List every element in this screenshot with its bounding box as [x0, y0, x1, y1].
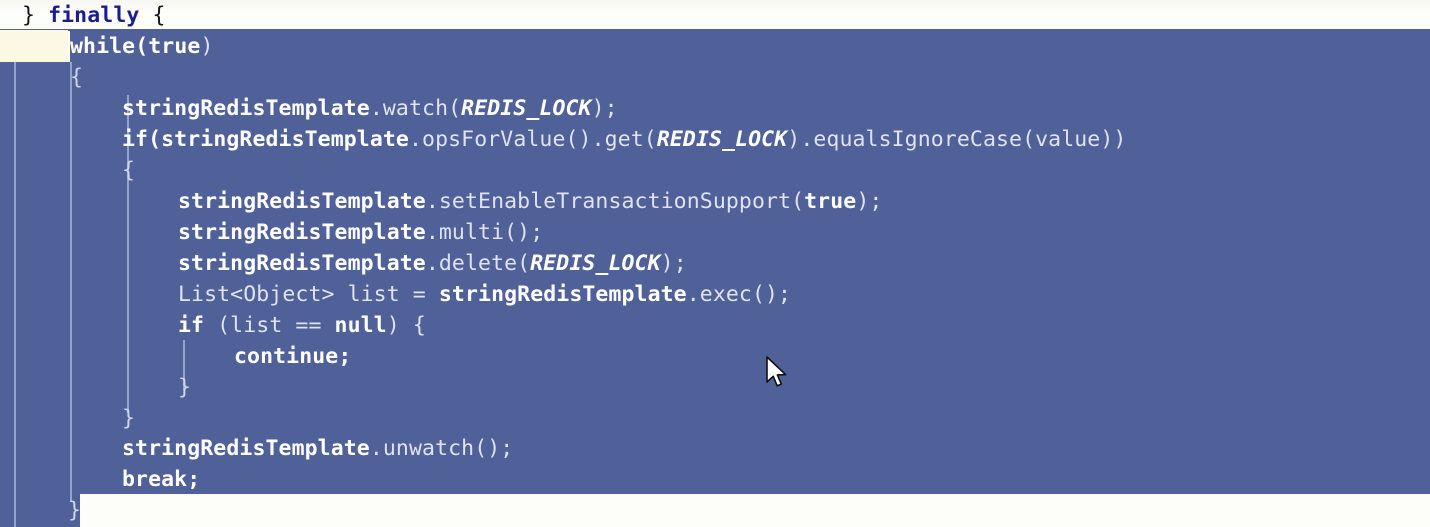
code-token: REDIS_LOCK — [530, 251, 661, 276]
code-token: ) { — [386, 313, 426, 338]
code-editor-viewport[interactable]: } finally {while(true){stringRedisTempla… — [0, 0, 1430, 527]
code-token: stringRedisTemplate — [178, 251, 426, 276]
code-token: stringRedisTemplate — [178, 189, 426, 214]
code-line[interactable]: continue; — [0, 341, 351, 372]
code-token: true — [148, 34, 201, 59]
code-token: REDIS_LOCK — [461, 96, 592, 121]
code-token: { — [122, 158, 136, 183]
code-line[interactable]: while(true) — [0, 31, 214, 62]
code-token: null — [334, 313, 387, 338]
code-token: finally — [48, 3, 140, 28]
code-token: ); — [660, 251, 687, 276]
code-token: (list == — [204, 313, 335, 338]
code-token: .setEnableTransactionSupport( — [425, 189, 805, 214]
code-token: ).equalsIgnoreCase(value)) — [787, 127, 1127, 152]
code-token: ); — [856, 189, 883, 214]
code-token: if — [178, 313, 205, 338]
code-line[interactable]: stringRedisTemplate.setEnableTransaction… — [0, 186, 882, 217]
code-token: stringRedisTemplate — [178, 220, 426, 245]
code-line[interactable]: stringRedisTemplate.unwatch(); — [0, 433, 513, 464]
code-token: break; — [122, 467, 201, 492]
code-token: { — [70, 65, 84, 90]
code-token: } — [22, 3, 49, 28]
code-token: stringRedisTemplate — [122, 436, 370, 461]
code-token: stringRedisTemplate — [438, 282, 687, 307]
text-caret — [68, 31, 70, 62]
code-line[interactable]: } finally { — [0, 0, 166, 31]
code-token: .delete( — [425, 251, 531, 276]
code-token: .unwatch(); — [369, 436, 514, 461]
code-line[interactable]: if(stringRedisTemplate.opsForValue().get… — [0, 124, 1126, 155]
code-token: { — [139, 3, 166, 28]
code-line[interactable]: break; — [0, 464, 200, 495]
code-token: while( — [70, 34, 149, 59]
code-token: stringRedisTemplate — [161, 127, 409, 152]
code-token: stringRedisTemplate — [122, 96, 370, 121]
code-token: REDIS_LOCK — [656, 127, 788, 152]
code-line[interactable]: if (list == null) { — [0, 310, 426, 341]
code-line[interactable]: { — [0, 155, 135, 186]
code-token: } — [122, 406, 136, 431]
code-line[interactable]: } — [0, 372, 191, 403]
code-token: true — [804, 189, 857, 214]
code-token: .exec(); — [686, 282, 792, 307]
code-line[interactable]: stringRedisTemplate.delete(REDIS_LOCK); — [0, 248, 687, 279]
code-token: continue; — [234, 344, 352, 369]
code-token: } — [68, 498, 82, 523]
code-token: } — [178, 375, 192, 400]
code-token: .opsForValue().get( — [408, 127, 657, 152]
code-line[interactable]: List<Object> list = stringRedisTemplate.… — [0, 279, 791, 310]
code-line[interactable]: stringRedisTemplate.multi(); — [0, 217, 543, 248]
code-line[interactable]: } — [0, 403, 135, 434]
code-token: .multi(); — [425, 220, 544, 245]
code-line[interactable]: stringRedisTemplate.watch(REDIS_LOCK); — [0, 93, 618, 124]
code-token: List<Object> list = — [178, 282, 439, 307]
code-line[interactable]: { — [0, 62, 83, 93]
code-line[interactable]: } — [0, 495, 81, 526]
code-token: ) — [200, 34, 214, 59]
code-token: if( — [122, 127, 162, 152]
top-ghost-band — [0, 0, 1430, 14]
code-token: .watch( — [369, 96, 462, 121]
code-token: ); — [591, 96, 618, 121]
